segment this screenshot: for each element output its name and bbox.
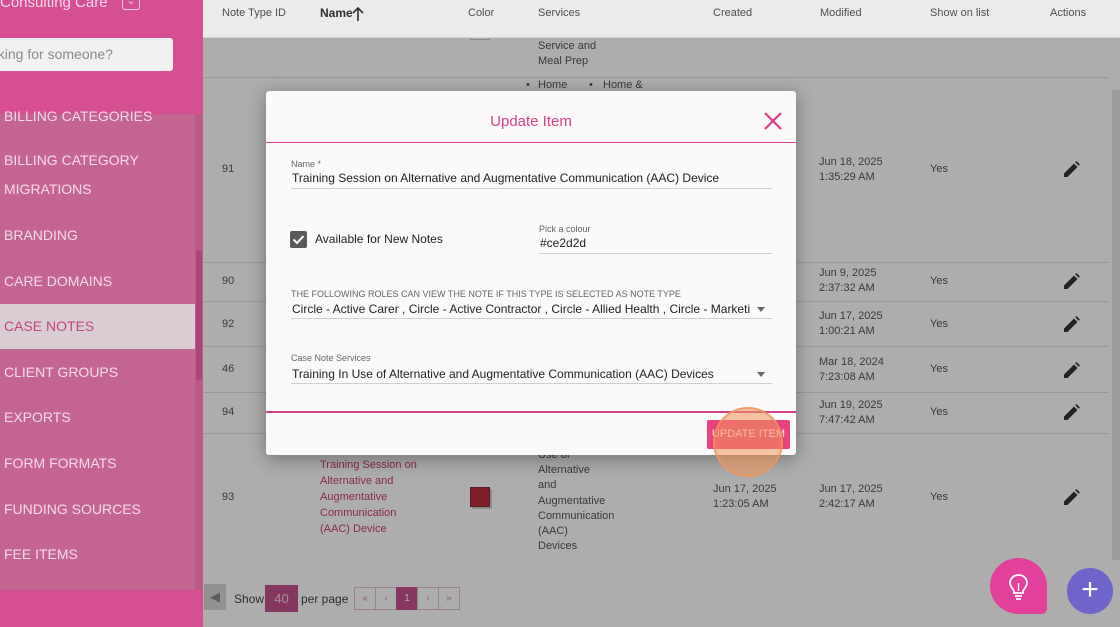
sidebar-item-care-domains[interactable]: CARE DOMAINS: [0, 271, 195, 291]
update-item-button[interactable]: UPDATE ITEM: [707, 420, 790, 449]
sidebar-item-case-notes[interactable]: CASE NOTES: [0, 304, 195, 349]
services-select-underline: [291, 383, 772, 384]
search-input[interactable]: oking for someone?: [0, 38, 173, 71]
tips-button[interactable]: [990, 558, 1047, 614]
sidebar-scrollbar-thumb[interactable]: [196, 250, 202, 380]
dialog-header: Update Item: [266, 91, 796, 143]
modal-backdrop-top: [203, 0, 1120, 38]
caret-down-icon[interactable]: [757, 372, 765, 377]
roles-field-label: THE FOLLOWING ROLES CAN VIEW THE NOTE IF…: [291, 289, 681, 299]
lightbulb-icon: [1009, 574, 1028, 600]
available-label[interactable]: Available for New Notes: [315, 232, 443, 246]
sidebar-item-billing-categories[interactable]: BILLING CATEGORIES: [0, 106, 195, 126]
caret-down-icon[interactable]: [757, 307, 765, 312]
sidebar-item-billing-category-migrations[interactable]: BILLING CATEGORY: [0, 150, 195, 170]
name-field-underline: [291, 188, 772, 189]
name-field[interactable]: Training Session on Alternative and Augm…: [292, 171, 772, 185]
update-item-dialog: Update Item Name * Training Session on A…: [266, 91, 796, 477]
sidebar-footer: [0, 590, 203, 627]
sidebar-item-label-continued[interactable]: MIGRATIONS: [0, 179, 195, 199]
dialog-footer-divider: [266, 411, 796, 413]
chevron-down-icon[interactable]: ⌄: [122, 0, 140, 10]
sidebar-item-client-groups[interactable]: CLIENT GROUPS: [0, 362, 195, 382]
available-checkbox[interactable]: [290, 231, 307, 248]
sidebar-item-branding[interactable]: BRANDING: [0, 225, 195, 245]
sidebar-nav: BILLING CATEGORIES BILLING CATEGORY MIGR…: [0, 108, 203, 590]
dialog-title: Update Item: [490, 113, 572, 130]
colour-field[interactable]: #ce2d2d: [540, 236, 586, 250]
sidebar-item-exports[interactable]: EXPORTS: [0, 407, 195, 427]
name-field-label: Name *: [291, 159, 322, 169]
services-select[interactable]: Training In Use of Alternative and Augme…: [292, 367, 750, 381]
colour-field-label: Pick a colour: [539, 224, 591, 234]
brand-name: Consulting Care: [0, 0, 108, 11]
sidebar-item-fee-items[interactable]: FEE ITEMS: [0, 544, 195, 564]
sidebar: Consulting Care ⌄ oking for someone? BIL…: [0, 0, 203, 627]
plus-icon[interactable]: +: [1067, 568, 1113, 614]
sidebar-item-form-formats[interactable]: FORM FORMATS: [0, 453, 195, 473]
services-field-label: Case Note Services: [291, 353, 371, 363]
roles-select-underline: [291, 318, 772, 319]
roles-select[interactable]: Circle - Active Carer , Circle - Active …: [292, 302, 750, 316]
sidebar-item-funding-sources[interactable]: FUNDING SOURCES: [0, 499, 195, 519]
checkmark-icon: [292, 235, 305, 245]
close-icon[interactable]: [763, 111, 783, 131]
colour-field-underline: [539, 253, 772, 254]
